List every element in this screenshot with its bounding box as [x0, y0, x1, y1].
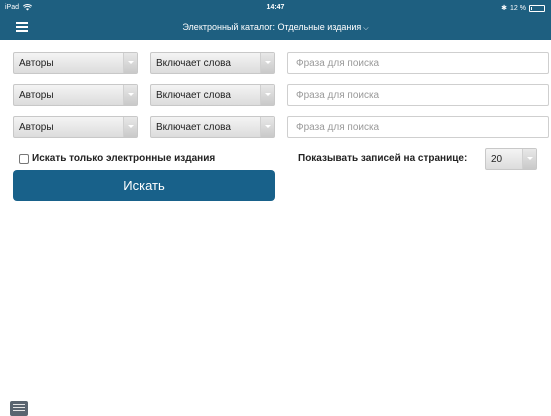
- field-select-value: Авторы: [19, 90, 54, 101]
- search-phrase-input-2[interactable]: [287, 84, 549, 106]
- battery-percent: 12 %: [510, 4, 526, 12]
- operator-select-value: Включает слова: [156, 58, 231, 69]
- search-form: Авторы Включает слова Авторы Включает сл…: [0, 40, 551, 416]
- app-header: Электронный каталог: Отдельные издания ⌵: [0, 16, 551, 40]
- chevron-down-icon: ⌵: [363, 25, 369, 32]
- operator-select-3[interactable]: Включает слова: [150, 116, 275, 138]
- field-select-2[interactable]: Авторы: [13, 84, 138, 106]
- dropdown-arrow-icon: [260, 53, 274, 73]
- operator-select-value: Включает слова: [156, 90, 231, 101]
- search-phrase-input-3[interactable]: [287, 116, 549, 138]
- page-title-text: Электронный каталог: Отдельные издания: [182, 22, 362, 32]
- per-page-value: 20: [491, 154, 503, 165]
- dropdown-arrow-icon: [123, 117, 137, 137]
- field-select-3[interactable]: Авторы: [13, 116, 138, 138]
- battery-icon: [529, 4, 545, 12]
- operator-select-1[interactable]: Включает слова: [150, 52, 275, 74]
- field-select-value: Авторы: [19, 58, 54, 69]
- list-menu-icon[interactable]: [10, 401, 28, 416]
- operator-select-2[interactable]: Включает слова: [150, 84, 275, 106]
- dropdown-arrow-icon: [123, 53, 137, 73]
- per-page-select[interactable]: 20: [485, 148, 537, 170]
- electronic-only-checkbox[interactable]: [19, 153, 29, 164]
- electronic-only-label: Искать только электронные издания: [32, 153, 216, 164]
- electronic-only-option[interactable]: Искать только электронные издания: [19, 153, 215, 164]
- status-bar: iPad 14:47 ✱ 12 %: [0, 0, 551, 16]
- dropdown-arrow-icon: [260, 117, 274, 137]
- bluetooth-icon: ✱: [501, 5, 508, 12]
- status-time: 14:47: [266, 4, 285, 11]
- status-right: ✱ 12 %: [501, 4, 545, 12]
- operator-select-value: Включает слова: [156, 122, 231, 133]
- per-page-label: Показывать записей на странице:: [298, 153, 468, 164]
- dropdown-arrow-icon: [522, 149, 536, 169]
- dropdown-arrow-icon: [260, 85, 274, 105]
- search-phrase-input-1[interactable]: [287, 52, 549, 74]
- field-select-1[interactable]: Авторы: [13, 52, 138, 74]
- dropdown-arrow-icon: [123, 85, 137, 105]
- page-title[interactable]: Электронный каталог: Отдельные издания ⌵: [0, 22, 551, 33]
- battery-level: [531, 6, 532, 10]
- search-button[interactable]: Искать: [13, 170, 275, 201]
- field-select-value: Авторы: [19, 122, 54, 133]
